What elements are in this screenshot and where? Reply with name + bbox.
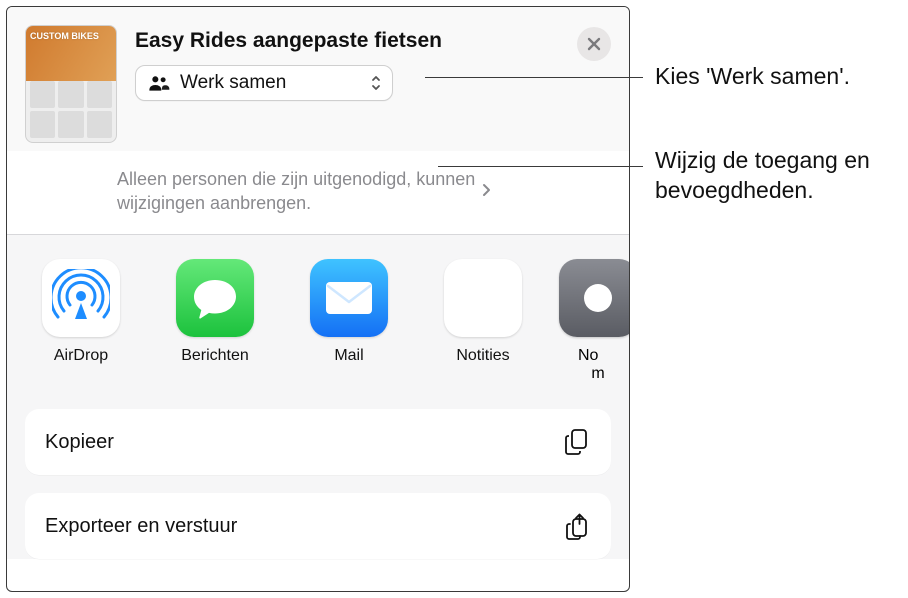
share-app-berichten[interactable]: Berichten bbox=[169, 259, 261, 384]
share-app-notities[interactable]: Notities bbox=[437, 259, 529, 384]
airdrop-label: AirDrop bbox=[54, 347, 108, 365]
callout-2: Wijzig de toegang en bevoegdheden. bbox=[655, 146, 885, 206]
share-apps-row: AirDrop Berichten Mail bbox=[7, 235, 629, 402]
airdrop-icon bbox=[42, 259, 120, 337]
sheet-header: CUSTOM BIKES Easy Rides aangepaste fiets… bbox=[7, 7, 629, 151]
close-icon bbox=[587, 37, 601, 51]
share-sheet: CUSTOM BIKES Easy Rides aangepaste fiets… bbox=[6, 6, 630, 592]
action-export[interactable]: Exporteer en verstuur bbox=[25, 493, 611, 559]
people-icon bbox=[148, 74, 170, 92]
collaboration-mode-label: Werk samen bbox=[180, 72, 286, 94]
notes-icon bbox=[444, 259, 522, 337]
berichten-label: Berichten bbox=[181, 347, 249, 365]
document-thumbnail: CUSTOM BIKES bbox=[25, 25, 117, 143]
thumbnail-band-text: CUSTOM BIKES bbox=[30, 32, 99, 41]
updown-chevron-icon bbox=[370, 74, 382, 92]
more-icon bbox=[559, 259, 630, 337]
action-copy[interactable]: Kopieer bbox=[25, 409, 611, 475]
callout-line-2 bbox=[438, 166, 643, 167]
more-label-line2: m bbox=[578, 365, 618, 383]
callout-line-1 bbox=[425, 77, 643, 78]
messages-icon bbox=[176, 259, 254, 337]
share-app-more[interactable]: No m bbox=[563, 259, 603, 384]
chevron-right-icon bbox=[481, 179, 491, 203]
document-title: Easy Rides aangepaste fietsen bbox=[135, 29, 611, 53]
share-app-mail[interactable]: Mail bbox=[303, 259, 395, 384]
permission-settings-button[interactable]: Alleen personen die zijn uitgenodigd, ku… bbox=[117, 167, 629, 216]
copy-label: Kopieer bbox=[45, 431, 114, 454]
share-icon bbox=[563, 511, 591, 541]
mail-icon bbox=[310, 259, 388, 337]
share-app-airdrop[interactable]: AirDrop bbox=[35, 259, 127, 384]
callout-1: Kies 'Werk samen'. bbox=[655, 62, 850, 92]
copy-icon bbox=[563, 427, 591, 457]
permission-text: Alleen personen die zijn uitgenodigd, ku… bbox=[117, 167, 477, 216]
collaboration-mode-selector[interactable]: Werk samen bbox=[135, 65, 393, 101]
close-button[interactable] bbox=[577, 27, 611, 61]
notities-label: Notities bbox=[456, 347, 509, 365]
title-area: Easy Rides aangepaste fietsen Werk samen bbox=[117, 25, 611, 143]
mail-label: Mail bbox=[334, 347, 363, 365]
actions-list: Kopieer Exporteer en verstuur bbox=[7, 401, 629, 559]
more-label-line1: No bbox=[578, 347, 618, 365]
export-label: Exporteer en verstuur bbox=[45, 515, 237, 538]
